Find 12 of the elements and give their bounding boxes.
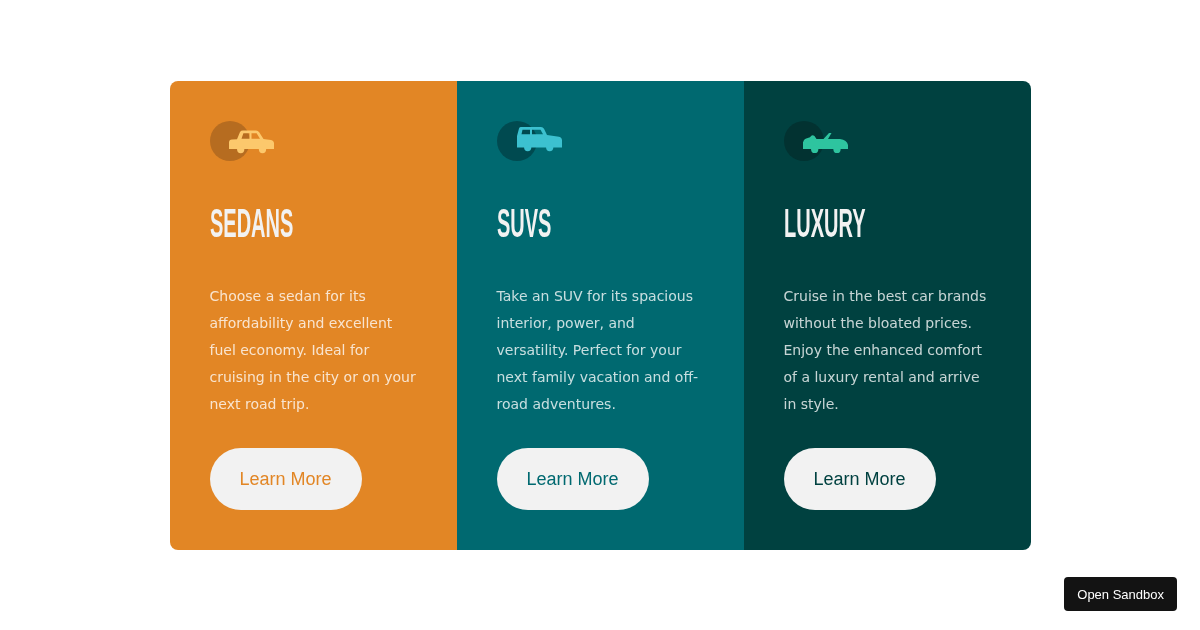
open-sandbox-button[interactable]: Open Sandbox [1064, 577, 1177, 611]
convertible-icon [783, 120, 849, 161]
suv-icon [496, 120, 562, 161]
card-description: Take an SUV for its spacious interior, power, and versatility. Perfect for your next family vacation and off-road adventures. [496, 286, 700, 414]
card-title: SEDANS [209, 200, 293, 245]
card-description: Choose a sedan for its affordability and excellent fuel economy. Ideal for cruising in the city or on your next road trip. [209, 286, 417, 414]
card-title: LUXURY [783, 200, 865, 245]
car-icon [209, 120, 275, 161]
learn-more-button[interactable]: Learn More [783, 447, 936, 510]
card-description: Cruise in the best car brands without the bloated prices. Enjoy the enhanced comfort of a luxury rental and arrive in style. [783, 286, 988, 414]
card-title: SUVS [496, 200, 551, 245]
learn-more-button[interactable]: Learn More [496, 447, 649, 510]
